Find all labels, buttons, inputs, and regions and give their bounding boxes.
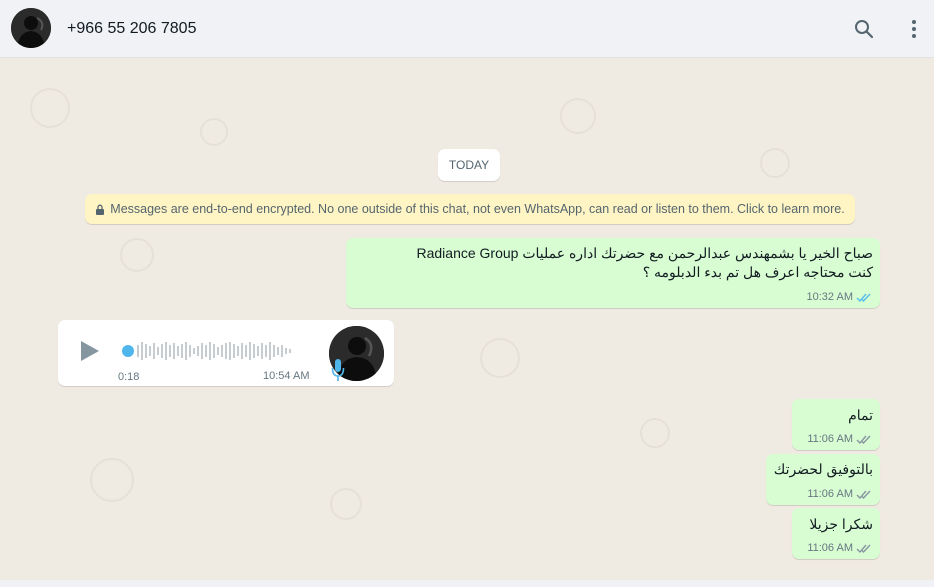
background-doodle [760, 148, 790, 178]
message-bubble-outgoing[interactable]: بالتوفيق لحضرتك 11:06 AM [766, 454, 880, 505]
message-time: 11:06 AM [807, 488, 853, 500]
contact-name[interactable]: +966 55 206 7805 [67, 20, 196, 38]
message-meta: 10:32 AM [807, 291, 872, 303]
contact-avatar[interactable] [11, 8, 51, 48]
voice-waveform[interactable] [122, 340, 302, 362]
background-doodle [330, 488, 362, 520]
menu-icon[interactable] [901, 16, 927, 42]
message-time: 11:06 AM [807, 542, 853, 554]
encryption-notice-text: Messages are end-to-end encrypted. No on… [110, 202, 845, 216]
play-icon[interactable] [78, 337, 102, 365]
delivered-ticks-icon [856, 543, 872, 554]
message-meta: 11:06 AM [807, 488, 872, 500]
mic-icon [331, 358, 345, 382]
message-bubble-outgoing[interactable]: شكرا جزيلا 11:06 AM [792, 508, 880, 559]
message-text: شكرا جزيلا [809, 516, 873, 532]
message-text: كنت محتاجه اعرف هل تم بدء الدبلومه ؟ [642, 264, 873, 280]
background-doodle [200, 118, 228, 146]
search-icon[interactable] [851, 16, 877, 42]
chat-header: +966 55 206 7805 [0, 0, 934, 58]
message-bubble-outgoing[interactable]: صباح الخير يا بشمهندس عبدالرحمن مع حضرتك… [346, 238, 880, 308]
background-doodle [90, 458, 134, 502]
read-ticks-icon [856, 292, 872, 303]
delivered-ticks-icon [856, 434, 872, 445]
background-doodle [560, 98, 596, 134]
background-doodle [480, 338, 520, 378]
message-time: 10:32 AM [806, 291, 853, 303]
message-text: تمام [848, 407, 873, 423]
date-divider: TODAY [438, 149, 500, 181]
encryption-notice[interactable]: Messages are end-to-end encrypted. No on… [85, 194, 855, 224]
message-time: 10:54 AM [263, 370, 310, 382]
message-meta: 11:06 AM [807, 433, 872, 445]
background-doodle [640, 418, 670, 448]
voice-duration: 0:18 [118, 371, 140, 383]
delivered-ticks-icon [856, 489, 872, 500]
background-doodle [30, 88, 70, 128]
message-meta: 11:06 AM [807, 542, 872, 554]
lock-icon [95, 204, 105, 215]
footer-strip [0, 580, 934, 587]
message-text: بالتوفيق لحضرتك [773, 461, 873, 477]
message-time: 11:06 AM [807, 433, 853, 445]
message-text: صباح الخير يا بشمهندس عبدالرحمن مع حضرتك… [416, 245, 873, 261]
message-bubble-outgoing[interactable]: تمام 11:06 AM [792, 399, 880, 450]
background-doodle [120, 238, 154, 272]
voice-message-incoming: 0:18 10:54 AM [58, 320, 394, 386]
